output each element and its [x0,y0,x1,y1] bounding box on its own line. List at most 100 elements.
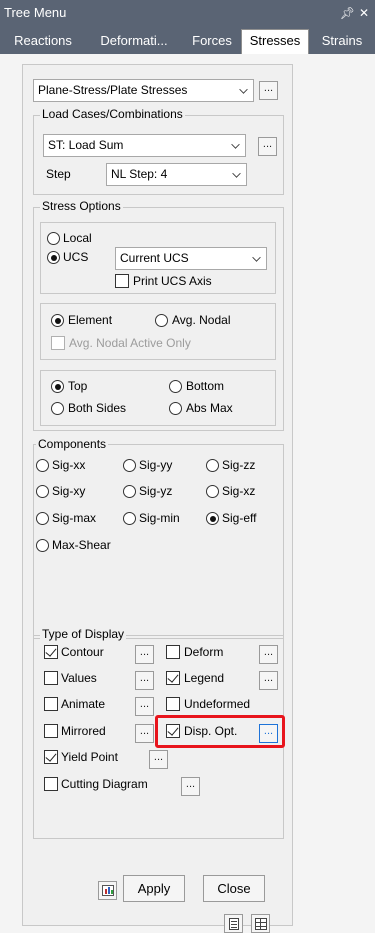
sig-zz-radio[interactable] [206,459,219,472]
sig-xz-label: Sig-xz [222,484,256,498]
sig-yy-radio[interactable] [123,459,136,472]
legend-more-button[interactable]: ... [259,671,278,690]
disp-opt-more-button[interactable]: ... [259,724,278,743]
cutting-diagram-checkbox[interactable] [44,777,58,791]
both-sides-radio[interactable] [51,402,64,415]
undeformed-label: Undeformed [184,697,251,711]
close-button[interactable]: Close [203,875,265,902]
deform-more-button[interactable]: ... [259,645,278,664]
sig-xz-radio[interactable] [206,485,219,498]
values-checkbox[interactable] [44,671,58,685]
disp-opt-checkbox[interactable] [166,724,180,738]
load-cases-group: Load Cases/Combinations ST: Load Sum ...… [33,107,284,195]
both-sides-label: Both Sides [68,401,127,415]
sig-yy-label: Sig-yy [139,458,173,472]
table-button[interactable] [251,914,270,933]
undeformed-checkbox[interactable] [166,697,180,711]
stress-options-group: Stress Options Local UCS Current UCS Pri… [33,199,284,431]
tab-deformations[interactable]: Deformati... [88,30,180,54]
bottom-radio[interactable] [169,380,182,393]
sig-eff-label: Sig-eff [222,511,257,525]
components-legend: Components [36,437,109,451]
chart-button[interactable] [98,881,117,900]
element-label: Element [68,313,113,327]
local-radio[interactable] [47,232,60,245]
main-frame: Plane-Stress/Plate Stresses ... Load Cas… [22,64,293,933]
cutting-diagram-label: Cutting Diagram [61,777,148,791]
print-ucs-label: Print UCS Axis [133,274,212,288]
table-icon [255,918,267,930]
load-case-value: ST: Load Sum [48,138,124,152]
load-case-select[interactable]: ST: Load Sum [43,134,246,157]
title-bar: Tree Menu 📌︎✕ [0,0,375,26]
yield-point-checkbox[interactable] [44,750,58,764]
avg-nodal-radio[interactable] [155,314,168,327]
sig-max-label: Sig-max [52,511,97,525]
list-button[interactable] [224,914,243,933]
yield-point-label: Yield Point [61,750,118,764]
mirrored-checkbox[interactable] [44,724,58,738]
step-select[interactable]: NL Step: 4 [106,163,247,186]
ucs-select[interactable]: Current UCS [115,247,267,270]
abs-max-radio[interactable] [169,402,182,415]
values-label: Values [61,671,97,685]
legend-checkbox[interactable] [166,671,180,685]
animate-more-button[interactable]: ... [135,697,154,716]
sig-min-radio[interactable] [123,512,136,525]
disp-opt-label: Disp. Opt. [184,724,238,738]
chevron-down-icon [231,140,240,149]
animate-checkbox[interactable] [44,697,58,711]
sig-eff-radio[interactable] [206,512,219,525]
local-label: Local [63,231,92,245]
load-case-more-button[interactable]: ... [258,137,277,156]
element-radio[interactable] [51,314,64,327]
top-radio[interactable] [51,380,64,393]
yield-point-more-button[interactable]: ... [149,750,168,769]
contour-more-button[interactable]: ... [135,645,154,664]
ucs-radio[interactable] [47,251,60,264]
chart-icon [102,885,114,896]
stress-type-select[interactable]: Plane-Stress/Plate Stresses [33,79,254,102]
window-title: Tree Menu [4,5,67,20]
tab-strains[interactable]: Strains [313,30,371,54]
sig-zz-label: Sig-zz [222,458,256,472]
mirrored-more-button[interactable]: ... [135,724,154,743]
pin-icon[interactable]: 📌︎ [340,6,359,20]
chevron-down-icon [252,253,261,262]
sig-xy-radio[interactable] [36,485,49,498]
abs-max-label: Abs Max [186,401,233,415]
deform-label: Deform [184,645,224,659]
max-shear-radio[interactable] [36,539,49,552]
tab-reactions[interactable]: Reactions [2,30,84,54]
deform-checkbox[interactable] [166,645,180,659]
sig-max-radio[interactable] [36,512,49,525]
apply-button[interactable]: Apply [123,875,185,902]
sig-xx-radio[interactable] [36,459,49,472]
components-group: Components Sig-xx Sig-yy Sig-zz Sig-xy S… [33,437,284,639]
step-value: NL Step: 4 [111,167,168,181]
cutting-diagram-more-button[interactable]: ... [181,777,200,796]
avg-nodal-active-checkbox[interactable] [51,336,65,350]
print-ucs-checkbox[interactable] [115,274,129,288]
max-shear-label: Max-Shear [52,538,111,552]
surface-box: Top Bottom Both Sides Abs Max [40,370,276,426]
display-legend: Type of Display [40,627,127,641]
stress-options-legend: Stress Options [40,199,123,213]
stress-type-value: Plane-Stress/Plate Stresses [38,83,188,97]
legend-label: Legend [184,671,225,685]
ucs-label: UCS [63,250,89,264]
ucs-value: Current UCS [120,251,189,265]
stress-type-more-button[interactable]: ... [259,81,278,100]
avg-nodal-active-label: Avg. Nodal Active Only [69,336,191,350]
bottom-label: Bottom [186,379,225,393]
tab-stresses[interactable]: Stresses [241,29,309,54]
load-cases-legend: Load Cases/Combinations [40,107,185,121]
tab-bar: Reactions Deformati... Forces Stresses S… [0,26,375,54]
values-more-button[interactable]: ... [135,671,154,690]
close-icon[interactable]: ✕ [359,6,373,20]
avg-nodal-label: Avg. Nodal [172,313,231,327]
top-label: Top [68,379,88,393]
tab-forces[interactable]: Forces [186,30,238,54]
sig-yz-radio[interactable] [123,485,136,498]
contour-checkbox[interactable] [44,645,58,659]
